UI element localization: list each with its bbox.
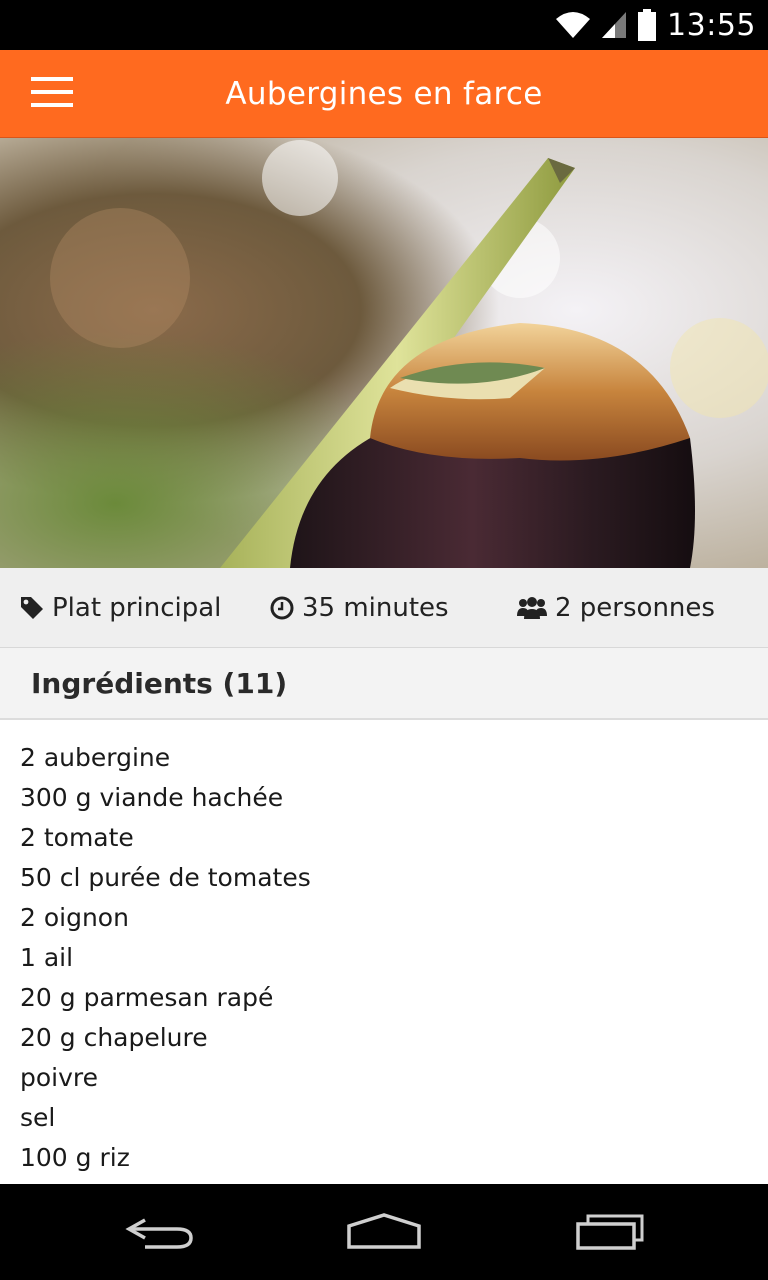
- recipe-info-bar: Plat principal 35 minutes 2 personnes: [0, 568, 768, 648]
- ingredient-item: 20 g parmesan rapé: [20, 983, 274, 1012]
- home-icon: [346, 1212, 422, 1252]
- clock-icon: [270, 596, 294, 620]
- action-bar: Aubergines en farce: [0, 50, 768, 138]
- status-icons: 13:55: [555, 0, 756, 50]
- recent-apps-button[interactable]: [550, 1184, 670, 1280]
- ingredient-item: 2 tomate: [20, 823, 134, 852]
- duration-info: 35 minutes: [270, 568, 449, 648]
- servings-label: 2 personnes: [555, 593, 715, 623]
- recipe-photo: [0, 138, 768, 568]
- wifi-icon: [555, 10, 591, 40]
- recent-apps-icon: [574, 1212, 646, 1252]
- ingredient-item: 50 cl purée de tomates: [20, 863, 311, 892]
- duration-label: 35 minutes: [302, 593, 449, 623]
- users-icon: [517, 596, 547, 620]
- ingredient-item: 300 g viande hachée: [20, 783, 284, 812]
- status-time: 13:55: [667, 7, 756, 43]
- category-info: Plat principal: [20, 568, 221, 648]
- ingredient-item: sel: [20, 1103, 56, 1132]
- category-label: Plat principal: [52, 593, 222, 623]
- home-button[interactable]: [324, 1184, 444, 1280]
- system-nav-bar: [0, 1184, 768, 1280]
- page-title: Aubergines en farce: [225, 76, 543, 112]
- ingredient-item: 100 g riz: [20, 1143, 130, 1172]
- ingredients-header: Ingrédients (11): [0, 648, 768, 720]
- servings-info: 2 personnes: [517, 568, 715, 648]
- signal-icon: [601, 10, 627, 40]
- menu-button[interactable]: [22, 68, 82, 120]
- ingredient-item: 20 g chapelure: [20, 1023, 208, 1052]
- hamburger-menu-icon: [31, 76, 73, 112]
- battery-icon: [637, 9, 657, 41]
- ingredient-item: 2 aubergine: [20, 743, 171, 772]
- back-icon: [125, 1212, 195, 1252]
- ingredient-item: 1 ail: [20, 943, 74, 972]
- status-bar: 13:55: [0, 0, 768, 50]
- ingredient-item: 2 oignon: [20, 903, 129, 932]
- ingredient-item: poivre: [20, 1063, 99, 1092]
- ingredient-list: 2 aubergine 300 g viande hachée 2 tomate…: [0, 720, 768, 1184]
- tag-icon: [20, 596, 44, 620]
- back-button[interactable]: [100, 1184, 220, 1280]
